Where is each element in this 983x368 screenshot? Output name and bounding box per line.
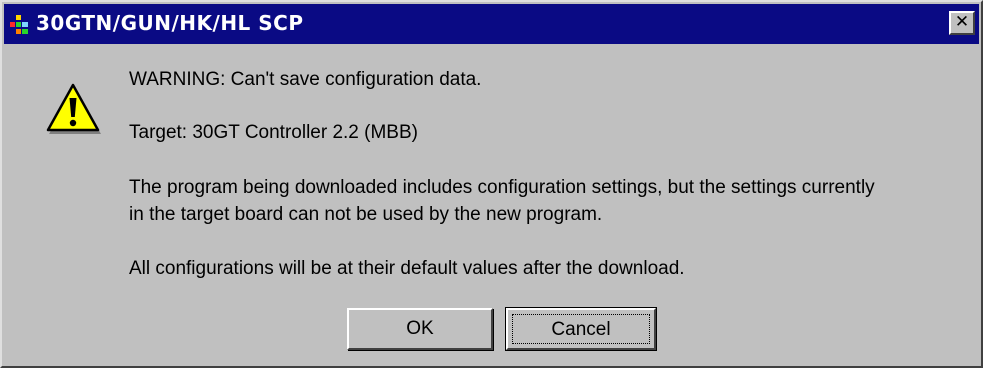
message-body-line-2: in the target board can not be used by t… <box>129 204 603 225</box>
close-button[interactable]: ✕ <box>949 11 975 35</box>
scp-app-icon <box>10 15 28 34</box>
ok-button[interactable]: OK <box>347 308 493 350</box>
warning-dialog: 30GTN/GUN/HK/HL SCP ✕ WARNING: Can't sav… <box>0 0 983 368</box>
cancel-button-label: Cancel <box>512 314 650 344</box>
cancel-button[interactable]: Cancel <box>505 307 657 351</box>
defaults-notice: All configurations will be at their defa… <box>129 258 685 279</box>
warning-icon <box>46 83 101 134</box>
window-title: 30GTN/GUN/HK/HL SCP <box>36 11 304 35</box>
target-info: Target: 30GT Controller 2.2 (MBB) <box>129 122 418 143</box>
close-icon: ✕ <box>954 12 970 32</box>
message-body-line-1: The program being downloaded includes co… <box>129 177 875 198</box>
warning-message: WARNING: Can't save configuration data. <box>129 69 482 90</box>
title-bar[interactable]: 30GTN/GUN/HK/HL SCP ✕ <box>4 4 979 44</box>
